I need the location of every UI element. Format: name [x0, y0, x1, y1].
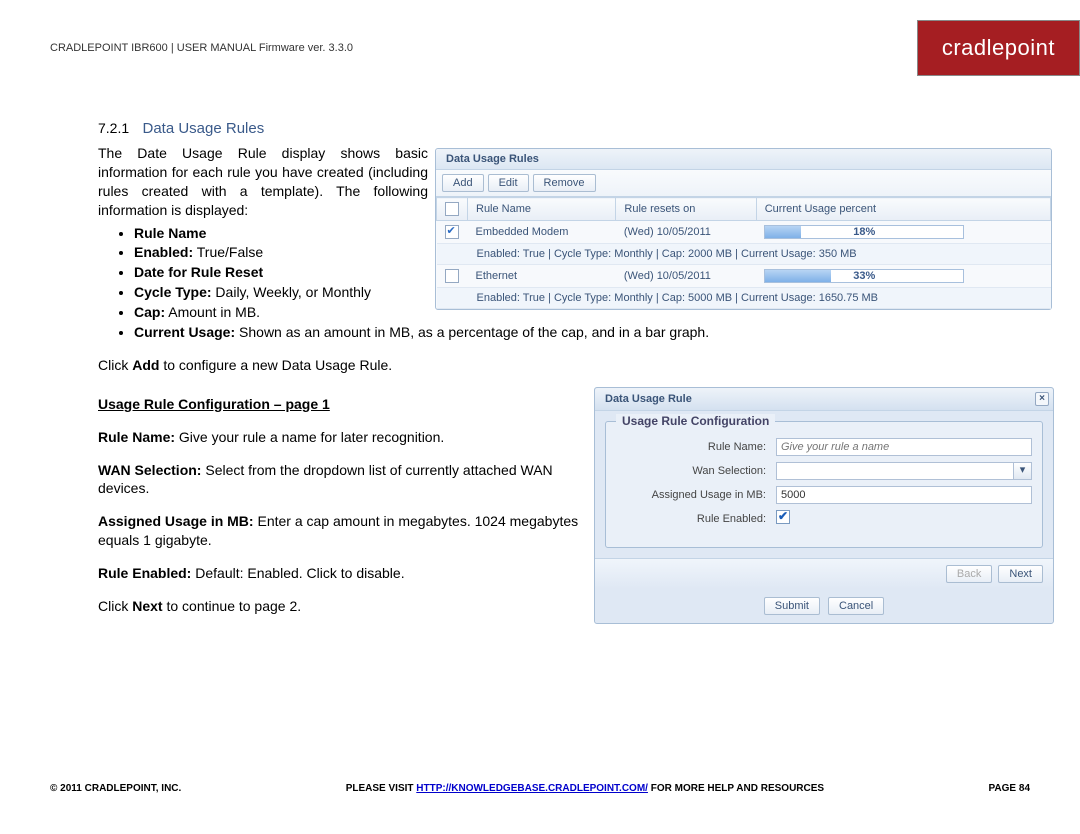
footer-link[interactable]: HTTP://KNOWLEDGEBASE.CRADLEPOINT.COM/ — [416, 783, 648, 794]
row-detail: Enabled: True | Cycle Type: Monthly | Ca… — [437, 244, 1051, 265]
submit-button-bar: Submit Cancel — [595, 589, 1053, 623]
usage-bar: 33% — [764, 269, 964, 283]
wan-selection-input[interactable] — [776, 462, 1014, 480]
bullet-cap-label: Cap: — [134, 304, 165, 320]
panel1-toolbar: Add Edit Remove — [436, 170, 1051, 197]
bullet-date: Date for Rule Reset — [134, 264, 263, 280]
footer-copyright: © 2011 CRADLEPOINT, INC. — [50, 783, 181, 794]
remove-button[interactable]: Remove — [533, 174, 596, 192]
next-button[interactable]: Next — [998, 565, 1043, 583]
rule-name-input[interactable] — [776, 438, 1032, 456]
edit-button[interactable]: Edit — [488, 174, 529, 192]
usage-percent: 18% — [765, 226, 963, 238]
row-checkbox[interactable] — [445, 225, 459, 239]
cancel-button[interactable]: Cancel — [828, 597, 884, 615]
row-name: Ethernet — [468, 265, 616, 288]
label-rule-name: Rule Name: — [616, 441, 766, 453]
bullet-enabled-label: Enabled: — [134, 244, 193, 260]
panel1-title: Data Usage Rules — [436, 149, 1051, 170]
bullet-cycle-value: Daily, Weekly, or Monthly — [212, 284, 372, 300]
footer-center: PLEASE VISIT HTTP://KNOWLEDGEBASE.CRADLE… — [346, 783, 824, 794]
click-add-instruction: Click Add to configure a new Data Usage … — [98, 356, 1040, 375]
rules-table: Rule Name Rule resets on Current Usage p… — [436, 197, 1051, 309]
row-checkbox[interactable] — [445, 269, 459, 283]
usage-bar: 18% — [764, 225, 964, 239]
p-rule-name: Rule Name: Give your rule a name for lat… — [98, 428, 588, 447]
back-button[interactable]: Back — [946, 565, 992, 583]
bullet-current-usage-value: Shown as an amount in MB, as a percentag… — [235, 324, 709, 340]
row-date: (Wed) 10/05/2011 — [616, 221, 756, 244]
data-usage-rule-dialog: Data Usage Rule × Usage Rule Configurati… — [594, 387, 1054, 624]
usage-percent: 33% — [765, 270, 963, 282]
wizard-button-bar: Back Next — [595, 558, 1053, 589]
bullet-rule-name: Rule Name — [134, 225, 206, 241]
fieldset-legend: Usage Rule Configuration — [616, 414, 775, 428]
usage-rule-config-fieldset: Usage Rule Configuration Rule Name: Wan … — [605, 421, 1043, 548]
header-breadcrumb: CRADLEPOINT IBR600 | USER MANUAL Firmwar… — [50, 42, 353, 54]
bullet-list: Rule Name Enabled: True/False Date for R… — [134, 224, 434, 342]
row-detail: Enabled: True | Cycle Type: Monthly | Ca… — [437, 288, 1051, 309]
add-button[interactable]: Add — [442, 174, 484, 192]
brand-logo: cradlepoint — [917, 20, 1080, 76]
row-name: Embedded Modem — [468, 221, 616, 244]
bullet-cycle-label: Cycle Type: — [134, 284, 212, 300]
col-rule-name[interactable]: Rule Name — [468, 198, 616, 221]
p-assigned-usage: Assigned Usage in MB: Enter a cap amount… — [98, 512, 588, 550]
bullet-enabled-value: True/False — [193, 244, 263, 260]
select-all-checkbox[interactable] — [445, 202, 459, 216]
rule-enabled-checkbox[interactable] — [776, 510, 790, 524]
p-rule-enabled: Rule Enabled: Default: Enabled. Click to… — [98, 564, 588, 583]
label-assigned-mb: Assigned Usage in MB: — [616, 489, 766, 501]
label-wan-selection: Wan Selection: — [616, 465, 766, 477]
row-date: (Wed) 10/05/2011 — [616, 265, 756, 288]
data-usage-rules-panel: Data Usage Rules Add Edit Remove Rule Na… — [435, 148, 1052, 310]
col-rule-resets[interactable]: Rule resets on — [616, 198, 756, 221]
label-rule-enabled: Rule Enabled: — [616, 513, 766, 525]
bullet-current-usage-label: Current Usage: — [134, 324, 235, 340]
section-number: 7.2.1 — [98, 120, 129, 136]
intro-paragraph: The Date Usage Rule display shows basic … — [98, 144, 428, 220]
page-footer: © 2011 CRADLEPOINT, INC. PLEASE VISIT HT… — [50, 783, 1030, 794]
panel2-title: Data Usage Rule × — [595, 388, 1053, 411]
p-wan-selection: WAN Selection: Select from the dropdown … — [98, 461, 588, 499]
section-heading: 7.2.1 Data Usage Rules — [98, 120, 1040, 138]
table-row[interactable]: Ethernet (Wed) 10/05/2011 33% — [437, 265, 1051, 288]
section-title: Data Usage Rules — [142, 120, 264, 137]
col-usage-percent[interactable]: Current Usage percent — [756, 198, 1050, 221]
submit-button[interactable]: Submit — [764, 597, 820, 615]
chevron-down-icon[interactable]: ▾ — [1014, 462, 1032, 480]
bullet-cap-value: Amount in MB. — [165, 304, 260, 320]
footer-page-number: PAGE 84 — [989, 783, 1031, 794]
close-icon[interactable]: × — [1035, 392, 1049, 406]
assigned-usage-input[interactable] — [776, 486, 1032, 504]
table-row[interactable]: Embedded Modem (Wed) 10/05/2011 18% — [437, 221, 1051, 244]
